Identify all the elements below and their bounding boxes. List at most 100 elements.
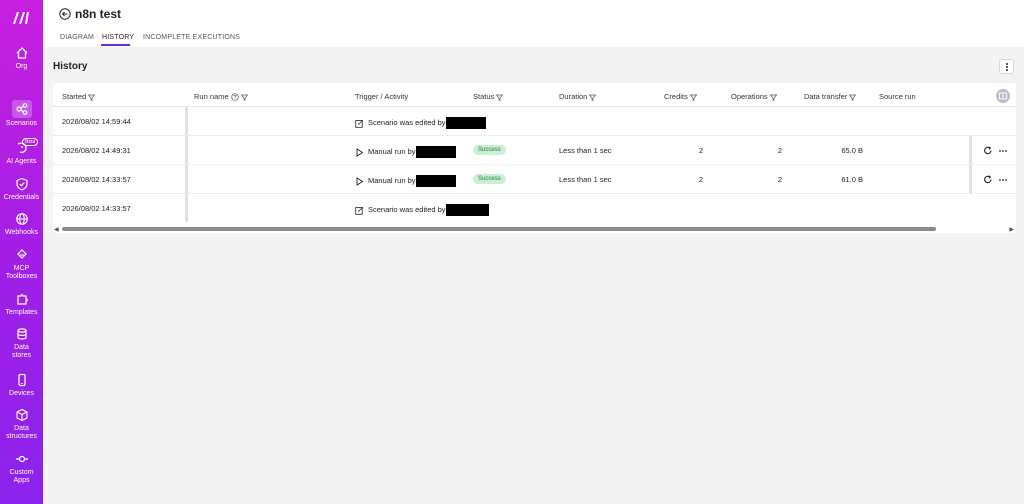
cell-started: 2026/08/02 14:33:57	[62, 204, 131, 213]
cell-started: 2026/08/02 14:33:57	[62, 175, 131, 184]
column-header-credits[interactable]: Credits	[664, 92, 698, 101]
active-tab-indicator	[101, 44, 130, 46]
column-divider	[185, 136, 188, 164]
row-actions	[982, 174, 1012, 186]
redacted-user	[415, 146, 456, 158]
cell-credits: 2	[698, 146, 703, 155]
column-header-data-transfer[interactable]: Data transfer	[804, 92, 857, 101]
table-row[interactable]: 2026/08/02 14:59:44 Scenario was edited …	[53, 107, 1016, 136]
table-header: Started Run name Trigger / Activity Stat…	[53, 83, 1016, 107]
sidebar-item-label: AI Agents	[6, 158, 37, 165]
sidebar-item-label: Scenarios	[5, 120, 38, 127]
column-divider	[969, 136, 972, 164]
sidebar-item-label: MCP Toolboxes	[5, 265, 38, 280]
tab-history[interactable]: HISTORY	[102, 34, 134, 41]
rerun-icon[interactable]	[983, 175, 993, 185]
cell-data-transfer: 61.0 B	[841, 175, 863, 184]
column-header-trigger: Trigger / Activity	[355, 92, 409, 101]
cell-trigger: Scenario was edited by	[355, 117, 486, 129]
row-actions	[982, 145, 1012, 157]
sidebar-item-label: Org	[15, 63, 28, 70]
cell-duration: Less than 1 sec	[559, 146, 612, 155]
globe-icon	[15, 213, 28, 225]
shield-check-icon	[15, 177, 28, 191]
table-row[interactable]: 2026/08/02 14:33:57 Manual run by Succes…	[53, 165, 1016, 194]
sidebar-item-org[interactable]: Org	[0, 46, 43, 71]
make-logo-icon[interactable]	[11, 10, 31, 26]
tab-diagram[interactable]: DIAGRAM	[60, 34, 94, 41]
sidebar-item-ai-agents[interactable]: Beta AI Agents	[0, 138, 43, 166]
column-settings-icon[interactable]	[996, 89, 1010, 103]
history-table: Started Run name Trigger / Activity Stat…	[53, 83, 1016, 233]
play-icon	[356, 147, 364, 157]
column-header-status[interactable]: Status	[473, 92, 504, 101]
column-header-run-name[interactable]: Run name	[194, 92, 248, 101]
cell-started: 2026/08/02 14:49:31	[62, 146, 131, 155]
sidebar-item-label: Credentials	[3, 194, 40, 201]
sidebar-item-scenarios[interactable]: Scenarios	[0, 100, 43, 128]
rerun-icon[interactable]	[983, 146, 993, 156]
custom-app-icon	[15, 455, 28, 463]
redacted-user	[445, 204, 489, 216]
more-options-button[interactable]	[999, 59, 1014, 74]
home-icon	[16, 47, 27, 59]
scroll-right-icon[interactable]: ▶	[1009, 226, 1014, 233]
filter-icon[interactable]	[589, 94, 597, 101]
cell-trigger: Manual run by	[355, 175, 456, 187]
sidebar-item-devices[interactable]: Devices	[0, 373, 43, 398]
page-title: n8n test	[75, 7, 122, 21]
table-row[interactable]: 2026/08/02 14:33:57 Scenario was edited …	[53, 194, 1016, 223]
sidebar-item-label: Devices	[9, 390, 34, 397]
column-header-operations[interactable]: Operations	[731, 92, 777, 101]
filter-icon[interactable]	[87, 94, 96, 101]
filter-icon[interactable]	[240, 94, 248, 101]
filter-icon[interactable]	[849, 94, 857, 101]
more-horizontal-icon[interactable]	[998, 146, 1008, 156]
sidebar-item-label: Custom Apps	[9, 469, 34, 484]
mcp-icon	[16, 249, 27, 259]
cell-credits: 2	[698, 175, 703, 184]
sidebar-item-credentials[interactable]: Credentials	[0, 177, 43, 202]
cell-data-transfer: 65.0 B	[841, 146, 863, 155]
tab-incomplete-executions[interactable]: INCOMPLETE EXECUTIONS	[143, 34, 240, 41]
play-icon	[356, 176, 364, 186]
cell-started: 2026/08/02 14:59:44	[62, 117, 131, 126]
sidebar: Org Scenarios Beta AI Agents Credentials…	[0, 0, 43, 504]
help-icon[interactable]	[230, 93, 239, 101]
beta-badge: Beta	[22, 138, 39, 146]
horizontal-scrollbar[interactable]: ◀ ▶	[53, 225, 1016, 233]
filter-icon[interactable]	[496, 94, 504, 101]
table-row[interactable]: 2026/08/02 14:49:31 Manual run by Succes…	[53, 136, 1016, 165]
cell-operations: 2	[777, 146, 782, 155]
sidebar-item-data-structures[interactable]: Data structures	[0, 408, 43, 441]
sidebar-item-label: Data stores	[11, 344, 32, 359]
sidebar-item-data-stores[interactable]: Data stores	[0, 327, 43, 360]
sidebar-item-custom-apps[interactable]: Custom Apps	[0, 452, 43, 485]
column-divider	[185, 194, 188, 222]
phone-icon	[17, 373, 26, 387]
redacted-user	[445, 117, 486, 129]
column-divider	[185, 165, 188, 193]
column-divider	[969, 165, 972, 193]
back-arrow-icon[interactable]	[59, 8, 71, 20]
filter-icon[interactable]	[769, 94, 777, 101]
section-title: History	[53, 61, 88, 72]
redacted-user	[415, 175, 456, 187]
cell-trigger: Scenario was edited by	[355, 204, 489, 216]
puzzle-icon	[16, 294, 28, 305]
cell-duration: Less than 1 sec	[559, 175, 612, 184]
sidebar-item-templates[interactable]: Templates	[0, 292, 43, 317]
sidebar-item-mcp-toolboxes[interactable]: MCP Toolboxes	[0, 248, 43, 281]
cube-icon	[15, 408, 28, 422]
edit-icon	[355, 206, 364, 215]
sidebar-item-webhooks[interactable]: Webhooks	[0, 212, 43, 237]
column-header-duration[interactable]: Duration	[559, 92, 597, 101]
sidebar-item-label: Webhooks	[5, 229, 38, 236]
column-header-started[interactable]: Started	[62, 92, 96, 101]
scroll-thumb[interactable]	[62, 227, 936, 231]
status-badge: Success	[473, 174, 506, 184]
filter-icon[interactable]	[689, 94, 698, 101]
status-badge: Success	[473, 145, 506, 155]
more-horizontal-icon[interactable]	[998, 175, 1008, 185]
scroll-left-icon[interactable]: ◀	[54, 226, 59, 233]
